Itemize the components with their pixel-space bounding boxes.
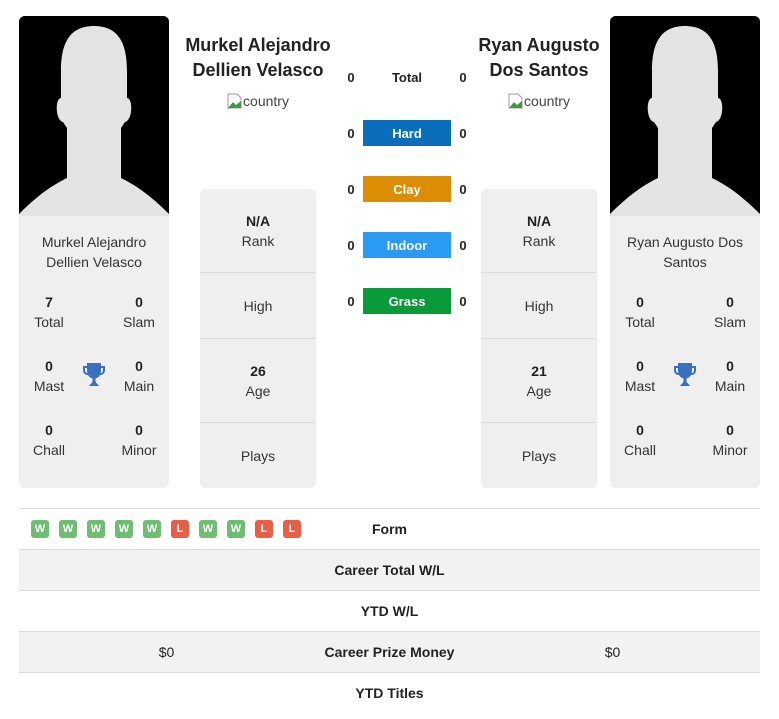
player1-card: Murkel Alejandro Dellien Velasco 7 Total…: [19, 216, 169, 488]
player2-age: 21 Age: [481, 339, 597, 423]
player2-titles-mast: 0 Mast: [624, 358, 656, 394]
broken-image-icon: [508, 93, 523, 109]
player1-rank: N/A Rank: [200, 189, 316, 273]
player1-titles-main: 0 Main: [123, 358, 155, 394]
player2-photo: [610, 16, 760, 216]
h2h-hard: 0 Hard 0: [343, 120, 471, 146]
avatar-silhouette-icon: [19, 16, 169, 216]
indoor-badge: Indoor: [363, 232, 451, 258]
player2-titles-minor: 0 Minor: [712, 422, 748, 458]
h2h-surfaces: 0 Total 0 0 Hard 0 0 Clay 0 0 Indoor 0 0…: [343, 64, 471, 314]
broken-image-icon: [227, 93, 242, 109]
player1-name-link[interactable]: Murkel Alejandro Dellien Velasco: [178, 33, 338, 83]
player2-info: N/A Rank High 21 Age Plays: [481, 189, 597, 488]
row-career-wl: Career Total W/L: [19, 549, 760, 590]
player2-plays: Plays: [521, 447, 557, 464]
hard-badge: Hard: [363, 120, 451, 146]
comparison-table: WWWWWLWWLL Form Career Total W/L YTD W/L…: [19, 508, 760, 713]
h2h-clay: 0 Clay 0: [343, 176, 471, 202]
player1-country: country: [178, 93, 338, 109]
player1-titles-total: 7 Total: [34, 294, 64, 330]
h2h-indoor: 0 Indoor 0: [343, 232, 471, 258]
player1-titles-minor: 0 Minor: [121, 422, 157, 458]
player1-titles-slam: 0 Slam: [123, 294, 155, 330]
grass-badge: Grass: [363, 288, 451, 314]
clay-badge: Clay: [363, 176, 451, 202]
player2-titles-total: 0 Total: [625, 294, 655, 330]
player2-card-name: Ryan Augusto Dos Santos: [627, 234, 743, 270]
player2-country: country: [459, 93, 619, 109]
trophy-icon: [670, 356, 700, 420]
player1-titles-mast: 0 Mast: [33, 358, 65, 394]
player2-name-link[interactable]: Ryan Augusto Dos Santos: [459, 33, 619, 83]
h2h-total: 0 Total 0: [347, 69, 467, 85]
player2-rank: N/A Rank: [481, 189, 597, 273]
player1-info: N/A Rank High 26 Age Plays: [200, 189, 316, 488]
player1-card-name: Murkel Alejandro Dellien Velasco: [41, 234, 147, 270]
player1-titles-chall: 0 Chall: [33, 422, 65, 458]
player2-titles-chall: 0 Chall: [624, 422, 656, 458]
player1-high: High: [200, 273, 316, 339]
trophy-icon: [79, 356, 109, 420]
player1-photo: [19, 16, 169, 216]
player1-age: 26 Age: [200, 339, 316, 423]
player2-prize: $0: [604, 644, 621, 660]
row-form: WWWWWLWWLL Form: [19, 508, 760, 549]
player2-titles-main: 0 Main: [714, 358, 746, 394]
player2-titles-slam: 0 Slam: [714, 294, 746, 330]
player2-high: High: [481, 273, 597, 339]
row-prize-money: $0 Career Prize Money $0: [19, 631, 760, 672]
avatar-silhouette-icon: [610, 16, 760, 216]
row-ytd-titles: YTD Titles: [19, 672, 760, 713]
row-ytd-wl: YTD W/L: [19, 590, 760, 631]
player1-plays: Plays: [240, 447, 276, 464]
h2h-grass: 0 Grass 0: [343, 288, 471, 314]
player2-card: Ryan Augusto Dos Santos 0 Total 0 Slam 0…: [610, 216, 760, 488]
